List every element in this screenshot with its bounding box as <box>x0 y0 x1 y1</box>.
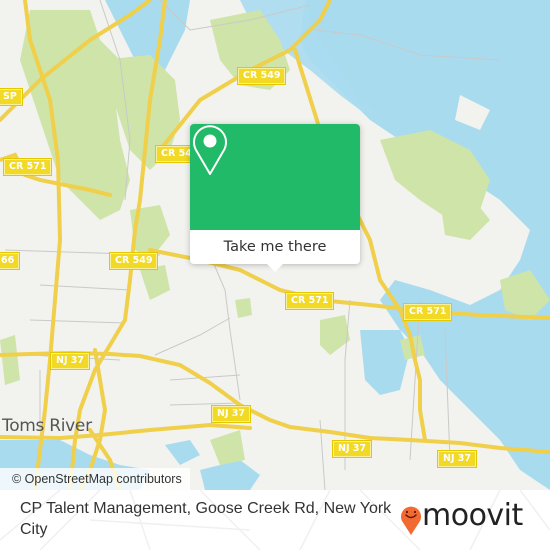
road-label-nj37: NJ 37 <box>438 451 477 467</box>
road-label-nj37: NJ 37 <box>333 441 372 457</box>
popup-header[interactable] <box>190 124 360 230</box>
place-label-toms-river: Toms River <box>2 416 92 436</box>
map-pin-icon <box>193 125 227 175</box>
footer-bar: CP Talent Management, Goose Creek Rd, Ne… <box>0 490 550 550</box>
moovit-pin-smile-icon <box>401 506 421 535</box>
location-title: CP Talent Management, Goose Creek Rd, Ne… <box>20 500 392 538</box>
moovit-logo[interactable]: moovit <box>400 498 540 540</box>
road-label-cr571: CR 571 <box>404 304 452 320</box>
road-label-gsp: SP <box>0 89 22 105</box>
take-me-there-button[interactable]: Take me there <box>190 230 360 264</box>
location-popup[interactable]: Take me there <box>190 124 360 272</box>
road-label-nj37: NJ 37 <box>51 353 90 369</box>
map-attribution[interactable]: © OpenStreetMap contributors <box>0 468 190 490</box>
road-label-nj37: NJ 37 <box>212 406 251 422</box>
road-label-cr66: 66 <box>0 253 20 269</box>
road-label-cr549: CR 549 <box>238 68 286 84</box>
map-view[interactable]: CR 549 CR 54 CR 571 SP CR 549 66 CR 571 … <box>0 0 550 490</box>
road-label-cr571: CR 571 <box>4 159 52 175</box>
popup-pointer <box>266 263 284 272</box>
road-label-cr571: CR 571 <box>286 293 334 309</box>
moovit-wordmark: moovit <box>422 498 523 533</box>
road-label-cr549: CR 549 <box>110 253 158 269</box>
